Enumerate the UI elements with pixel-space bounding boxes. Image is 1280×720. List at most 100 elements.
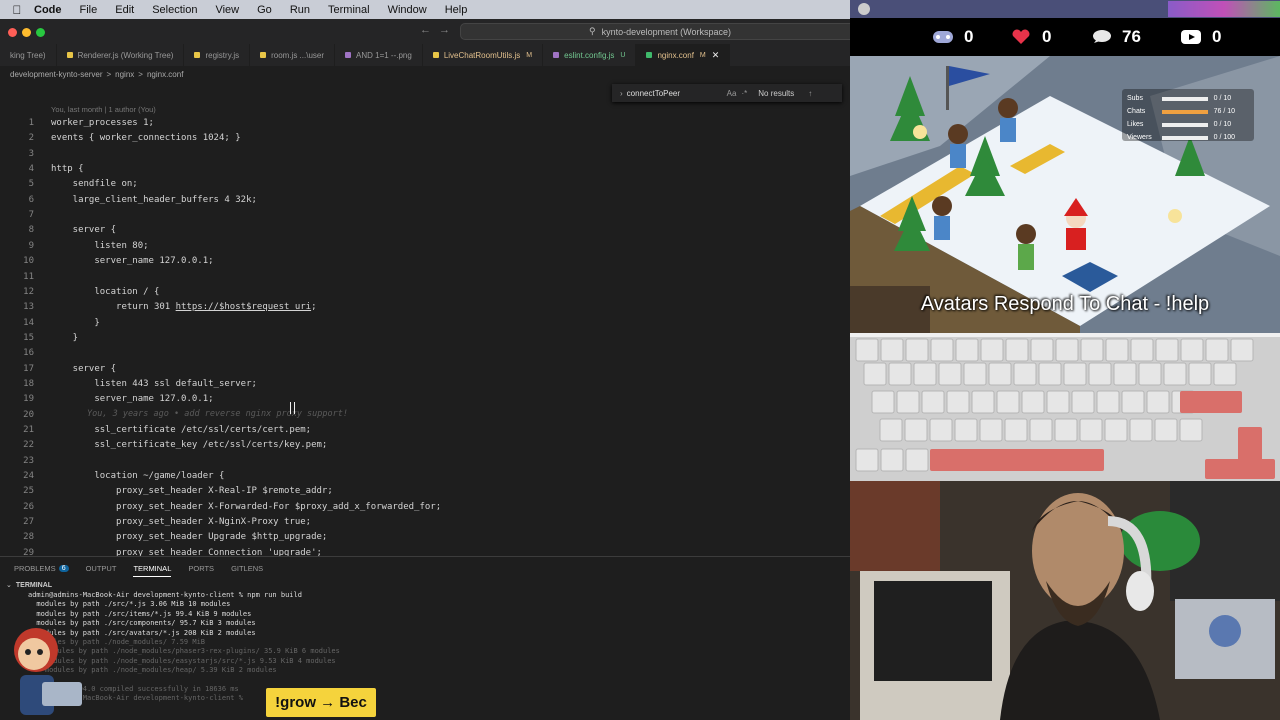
editor-tab[interactable]: LiveChatRoomUtils.js M [423, 44, 544, 66]
js-file-icon [194, 52, 201, 58]
line-number: 1 [28, 118, 34, 128]
menu-window[interactable]: Window [388, 4, 427, 16]
line-number: 13 [23, 302, 34, 313]
code-line[interactable]: proxy_set_header Connection 'upgrade'; [51, 548, 322, 556]
keycap [1038, 362, 1062, 386]
tab-problems[interactable]: PROBLEMS 6 [14, 564, 69, 573]
close-tab-icon[interactable]: ✕ [712, 50, 720, 61]
tab-status: M [526, 51, 533, 59]
tab-terminal[interactable]: TERMINAL [133, 564, 172, 577]
terminal-line: modules by path ./node_modules/ 7.59 MiB [28, 637, 206, 646]
code-line[interactable]: proxy_set_header X-NginX-Proxy true; [51, 517, 311, 527]
chevron-down-icon[interactable]: ⌄ [6, 581, 12, 589]
code-line[interactable]: proxy_set_header Upgrade $http_upgrade; [51, 532, 327, 542]
js-file-icon [66, 52, 73, 58]
codelens-blame[interactable]: You, last month | 1 author (You) [51, 105, 156, 114]
editor-tab[interactable]: registry.js [184, 44, 251, 66]
meter-bar [1162, 96, 1208, 101]
keycap [1013, 362, 1037, 386]
editor-tab[interactable]: room.js ...\user [250, 44, 336, 66]
editor-tab[interactable]: AND 1=1 --.png [335, 44, 423, 66]
code-editor[interactable]: You, last month | 1 author (You) 1 worker… [0, 102, 850, 556]
code-line[interactable]: server { [51, 364, 116, 374]
breadcrumb-item[interactable]: development-kynto-server [10, 70, 102, 79]
code-link[interactable]: https://$host$request_uri [176, 302, 311, 312]
keycap [879, 418, 903, 442]
keycap [880, 448, 904, 472]
code-line[interactable]: worker_processes 1; [51, 118, 154, 128]
menu-app[interactable]: Code [34, 4, 62, 16]
keycap [1104, 418, 1128, 442]
chevron-right-icon[interactable]: › [620, 89, 623, 98]
code-line[interactable]: location / { [51, 287, 159, 297]
code-line[interactable]: server { [51, 225, 116, 235]
keycap [1029, 418, 1053, 442]
menu-run[interactable]: Run [290, 4, 310, 16]
nav-arrows[interactable]: ←→ [420, 24, 458, 36]
forward-arrow-icon[interactable]: → [439, 24, 458, 36]
code-line[interactable]: server_name 127.0.0.1; [51, 394, 213, 404]
keycap [1205, 338, 1229, 362]
code-line[interactable]: ssl_certificate_key /etc/ssl/certs/key.p… [51, 440, 327, 450]
goal-meter: Likes 0 / 10 [1127, 118, 1249, 131]
back-arrow-icon[interactable]: ← [420, 24, 439, 36]
menu-terminal[interactable]: Terminal [328, 4, 370, 16]
code-line[interactable]: http { [51, 164, 84, 174]
tab-gitlens[interactable]: GITLENS [231, 564, 263, 573]
meter-bar [1162, 109, 1208, 114]
line-number: 3 [28, 148, 34, 159]
zoom-window-button[interactable] [36, 28, 45, 37]
keycap [1154, 418, 1178, 442]
menu-file[interactable]: File [80, 4, 98, 16]
editor-tabbar: king Tree) Renderer.js (Working Tree) re… [0, 44, 850, 66]
close-window-button[interactable] [8, 28, 17, 37]
regex-toggle-icon[interactable]: ·* [741, 89, 747, 98]
terminal-output[interactable]: admin@admins-MacBook-Air development-kyn… [0, 591, 850, 704]
line-number: 24 [23, 471, 34, 482]
apple-icon[interactable]:  [0, 3, 34, 17]
code-line[interactable]: listen 443 ssl default_server; [51, 379, 257, 389]
tab-ports[interactable]: PORTS [188, 564, 214, 573]
minimize-window-button[interactable] [22, 28, 31, 37]
text-cursor-icon [290, 402, 295, 414]
line-number: 26 [23, 501, 34, 512]
match-case-toggle[interactable]: Aa [727, 89, 737, 98]
menu-help[interactable]: Help [445, 4, 468, 16]
keycap [1155, 338, 1179, 362]
code-line[interactable]: location ~/game/loader { [51, 471, 224, 481]
find-widget: › connectToPeer Aa ·* No results ↑ [612, 84, 842, 102]
editor-tab[interactable]: eslint.config.js U [543, 44, 637, 66]
keycap [1004, 418, 1028, 442]
editor-tab-active[interactable]: nginx.conf M ✕ [636, 44, 731, 66]
code-line[interactable]: proxy_set_header X-Real-IP $remote_addr; [51, 486, 333, 496]
terminal-header: ⌄ TERMINAL [0, 579, 850, 591]
breadcrumb-item[interactable]: nginx [115, 70, 134, 79]
code-line[interactable]: large_client_header_buffers 4 32k; [51, 195, 257, 205]
menu-edit[interactable]: Edit [115, 4, 134, 16]
tab-status: U [620, 51, 626, 59]
line-number: 4 [28, 164, 34, 175]
editor-tab[interactable]: Renderer.js (Working Tree) [57, 44, 185, 66]
code-line[interactable]: sendfile on; [51, 179, 138, 189]
code-line[interactable]: } [51, 318, 99, 328]
find-input[interactable]: connectToPeer [627, 89, 727, 98]
code-line[interactable]: ssl_certificate /etc/ssl/certs/cert.pem; [51, 425, 311, 435]
tab-output[interactable]: OUTPUT [86, 564, 117, 573]
line-number: 22 [23, 440, 34, 451]
code-line[interactable]: proxy_set_header X-Forwarded-For $proxy_… [51, 502, 441, 512]
code-line[interactable]: events { worker_connections 1024; } [51, 133, 241, 143]
menu-view[interactable]: View [215, 4, 239, 16]
meter-bar [1162, 122, 1208, 127]
webcam-image [850, 481, 1280, 720]
menu-go[interactable]: Go [257, 4, 272, 16]
command-center-search[interactable]: ⚲ kynto-development (Workspace) [460, 23, 860, 40]
arrow-up-icon[interactable]: ↑ [808, 89, 812, 98]
editor-tab[interactable]: king Tree) [0, 44, 57, 66]
line-number: 2 [28, 133, 34, 144]
menu-selection[interactable]: Selection [152, 4, 197, 16]
code-line[interactable]: } [51, 333, 78, 343]
code-line[interactable]: return 301 https://$host$request_uri; [51, 302, 317, 312]
breadcrumb-item[interactable]: nginx.conf [147, 70, 183, 79]
code-line[interactable]: server_name 127.0.0.1; [51, 256, 213, 266]
code-line[interactable]: listen 80; [51, 241, 148, 251]
